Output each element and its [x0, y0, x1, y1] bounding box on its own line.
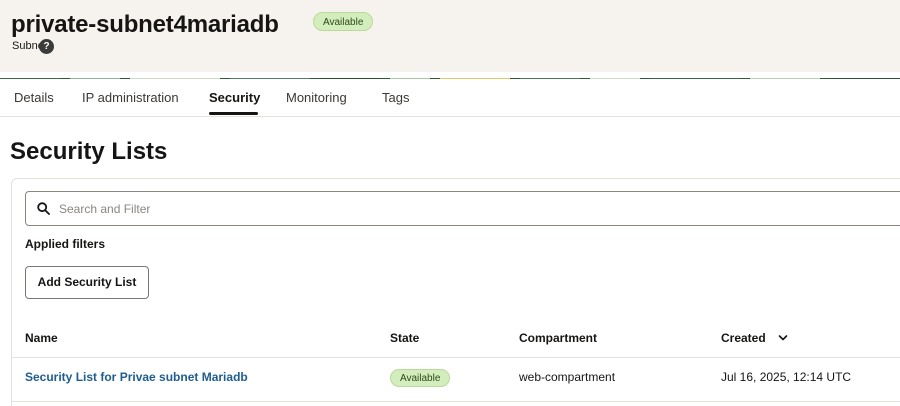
question-circle-icon[interactable]: ?	[39, 39, 54, 54]
search-icon	[37, 202, 50, 215]
column-header-name[interactable]: Name	[25, 331, 58, 345]
add-security-list-button[interactable]: Add Security List	[25, 266, 149, 299]
tab-security[interactable]: Security	[209, 90, 260, 105]
applied-filters-label: Applied filters	[25, 237, 106, 251]
tab-monitoring[interactable]: Monitoring	[286, 90, 347, 105]
tab-details[interactable]: Details	[14, 90, 54, 105]
tab-ip-administration[interactable]: IP administration	[82, 90, 179, 105]
status-badge: Available	[313, 12, 374, 31]
page-header: private-subnet4mariadb Available Subnet …	[0, 0, 900, 72]
tab-bar: Details IP administration Security Monit…	[0, 79, 900, 117]
row-status-badge: Available	[390, 369, 451, 387]
chevron-down-icon[interactable]	[778, 334, 788, 342]
tab-tags[interactable]: Tags	[382, 90, 409, 105]
table-header-divider	[11, 357, 900, 358]
search-placeholder: Search and Filter	[59, 202, 151, 216]
search-input[interactable]: Search and Filter	[25, 191, 900, 226]
resource-title: private-subnet4mariadb	[11, 11, 279, 38]
security-list-link[interactable]: Security List for Privae subnet Mariadb	[25, 370, 248, 384]
row-compartment: web-compartment	[519, 370, 616, 384]
page-title: Security Lists	[10, 138, 168, 165]
column-header-state[interactable]: State	[390, 331, 419, 345]
row-created: Jul 16, 2025, 12:14 UTC	[721, 370, 852, 384]
decorative-banner	[0, 72, 900, 79]
column-header-created[interactable]: Created	[721, 331, 766, 345]
column-header-compartment[interactable]: Compartment	[519, 331, 597, 345]
table-row-divider	[11, 401, 900, 402]
active-tab-indicator	[209, 112, 258, 115]
